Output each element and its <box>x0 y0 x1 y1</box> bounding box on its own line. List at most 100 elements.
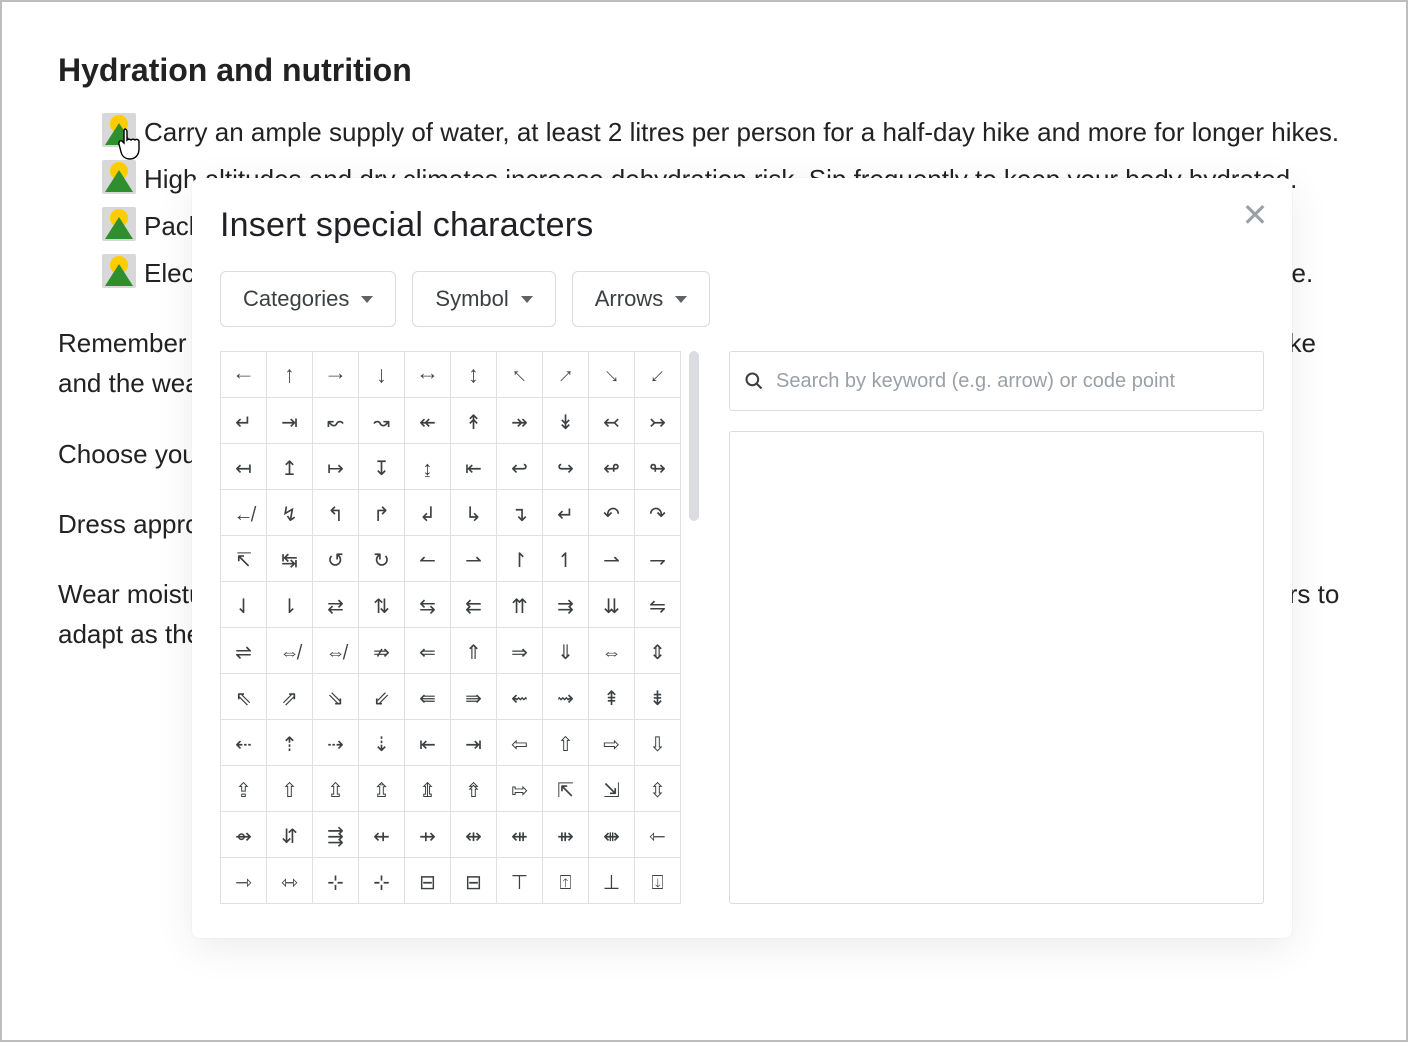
character-cell[interactable]: ⇈ <box>497 582 543 628</box>
character-cell[interactable]: ⊟ <box>405 858 451 904</box>
close-icon[interactable]: ✕ <box>1240 200 1270 230</box>
character-cell[interactable]: ⇚ <box>405 674 451 720</box>
character-cell[interactable]: ↦ <box>313 444 359 490</box>
character-cell[interactable]: ⇌ <box>221 628 267 674</box>
character-cell[interactable]: ↺ <box>313 536 359 582</box>
character-cell[interactable]: ↜ <box>313 398 359 444</box>
character-cell[interactable]: ⇹ <box>451 812 497 858</box>
character-cell[interactable]: ⇞ <box>589 674 635 720</box>
character-cell[interactable]: ⇾ <box>221 858 267 904</box>
character-cell[interactable]: ⇉ <box>543 582 589 628</box>
character-cell[interactable]: ⇂ <box>267 582 313 628</box>
character-cell[interactable]: ⇡ <box>267 720 313 766</box>
character-cell[interactable]: ↸ <box>221 536 267 582</box>
symbol-dropdown[interactable]: Symbol <box>412 271 555 327</box>
character-cell[interactable]: ⇃ <box>221 582 267 628</box>
character-cell[interactable]: ⇓ <box>543 628 589 674</box>
character-cell[interactable]: ↿ <box>543 536 589 582</box>
character-cell[interactable]: ↵ <box>543 490 589 536</box>
character-cell[interactable]: ⇸ <box>405 812 451 858</box>
character-cell[interactable]: ⇥ <box>267 398 313 444</box>
character-cell[interactable]: ⊥ <box>589 858 635 904</box>
categories-dropdown[interactable]: Categories <box>220 271 396 327</box>
character-cell[interactable]: ⇔ <box>589 628 635 674</box>
character-cell[interactable]: ↗ <box>543 352 589 398</box>
character-cell[interactable]: ↾ <box>497 536 543 582</box>
character-cell[interactable]: ⇼ <box>589 812 635 858</box>
search-input[interactable] <box>776 370 1249 393</box>
character-cell[interactable]: ⇷ <box>359 812 405 858</box>
character-cell[interactable]: ⇦ <box>497 720 543 766</box>
character-cell[interactable]: ↧ <box>359 444 405 490</box>
character-cell[interactable]: ⇭ <box>405 766 451 812</box>
character-cell[interactable]: ↲ <box>405 490 451 536</box>
character-cell[interactable]: ⇤ <box>405 720 451 766</box>
character-cell[interactable]: ⊹ <box>313 858 359 904</box>
character-cell[interactable]: ⇬ <box>359 766 405 812</box>
character-cell[interactable]: ↙ <box>635 352 681 398</box>
character-cell[interactable]: ↬ <box>635 444 681 490</box>
character-cell[interactable]: ⇥ <box>451 720 497 766</box>
character-cell[interactable]: ⇨ <box>589 720 635 766</box>
character-cell[interactable]: ⇱ <box>543 766 589 812</box>
character-cell[interactable]: ↢ <box>589 398 635 444</box>
character-cell[interactable]: ← <box>221 352 267 398</box>
character-cell[interactable]: ↯ <box>267 490 313 536</box>
character-cell[interactable]: ↟ <box>451 398 497 444</box>
character-cell[interactable]: ⇄ <box>313 582 359 628</box>
character-cell[interactable]: ↱ <box>359 490 405 536</box>
character-cell[interactable]: ⍐ <box>543 858 589 904</box>
character-cell[interactable]: ⇇ <box>451 582 497 628</box>
character-cell[interactable]: ⇿ <box>267 858 313 904</box>
arrows-dropdown[interactable]: Arrows <box>572 271 710 327</box>
character-cell[interactable]: ↳ <box>451 490 497 536</box>
character-cell[interactable]: ↨ <box>405 444 451 490</box>
character-cell[interactable]: ⇅ <box>359 582 405 628</box>
character-cell[interactable]: ↠ <box>497 398 543 444</box>
character-cell[interactable]: ↼ <box>405 536 451 582</box>
character-cell[interactable]: → <box>313 352 359 398</box>
character-cell[interactable]: ⇺ <box>497 812 543 858</box>
character-cell[interactable]: ↔ <box>405 352 451 398</box>
character-cell[interactable]: ⇋ <box>635 582 681 628</box>
character-cell[interactable]: ↥ <box>267 444 313 490</box>
character-cell[interactable]: ⇟ <box>635 674 681 720</box>
character-cell[interactable]: ⊤ <box>497 858 543 904</box>
character-cell[interactable]: ↪ <box>543 444 589 490</box>
character-cell[interactable]: ⇢ <box>313 720 359 766</box>
character-cell[interactable]: ⇖ <box>221 674 267 720</box>
character-cell[interactable]: ⇧ <box>543 720 589 766</box>
character-cell[interactable]: ↣ <box>635 398 681 444</box>
character-cell[interactable]: ⇆ <box>405 582 451 628</box>
character-cell[interactable]: ↵ <box>221 398 267 444</box>
character-cell[interactable]: ⇙ <box>359 674 405 720</box>
draw-area[interactable] <box>729 431 1264 904</box>
character-cell[interactable]: ⇫ <box>313 766 359 812</box>
search-box[interactable] <box>729 351 1264 411</box>
character-cell[interactable]: ↓ <box>359 352 405 398</box>
character-cell[interactable]: ⇤ <box>451 444 497 490</box>
character-cell[interactable]: ↚ <box>221 490 267 536</box>
character-cell[interactable]: ⇀ <box>589 536 635 582</box>
character-cell[interactable]: ⇳ <box>635 766 681 812</box>
character-cell[interactable]: ↤ <box>221 444 267 490</box>
character-cell[interactable]: ⇻ <box>543 812 589 858</box>
character-cell[interactable]: ⊟ <box>451 858 497 904</box>
character-cell[interactable]: ⇛ <box>451 674 497 720</box>
character-cell[interactable]: ↞ <box>405 398 451 444</box>
character-cell[interactable]: ↻ <box>359 536 405 582</box>
character-cell[interactable]: ↑ <box>267 352 313 398</box>
character-cell[interactable]: ⇒ <box>497 628 543 674</box>
character-cell[interactable]: ⇵ <box>267 812 313 858</box>
character-cell[interactable]: ⇴ <box>221 812 267 858</box>
character-cell[interactable]: ↘ <box>589 352 635 398</box>
character-cell[interactable]: ⇗ <box>267 674 313 720</box>
character-cell[interactable]: ⇩ <box>635 720 681 766</box>
character-cell[interactable]: ↩ <box>497 444 543 490</box>
character-cell[interactable]: ↕ <box>451 352 497 398</box>
character-cell[interactable]: ⇲ <box>589 766 635 812</box>
scrollbar[interactable] <box>687 351 701 904</box>
character-cell[interactable]: ⇶ <box>313 812 359 858</box>
character-cell[interactable]: ⇪ <box>221 766 267 812</box>
character-cell[interactable]: ⇰ <box>497 766 543 812</box>
